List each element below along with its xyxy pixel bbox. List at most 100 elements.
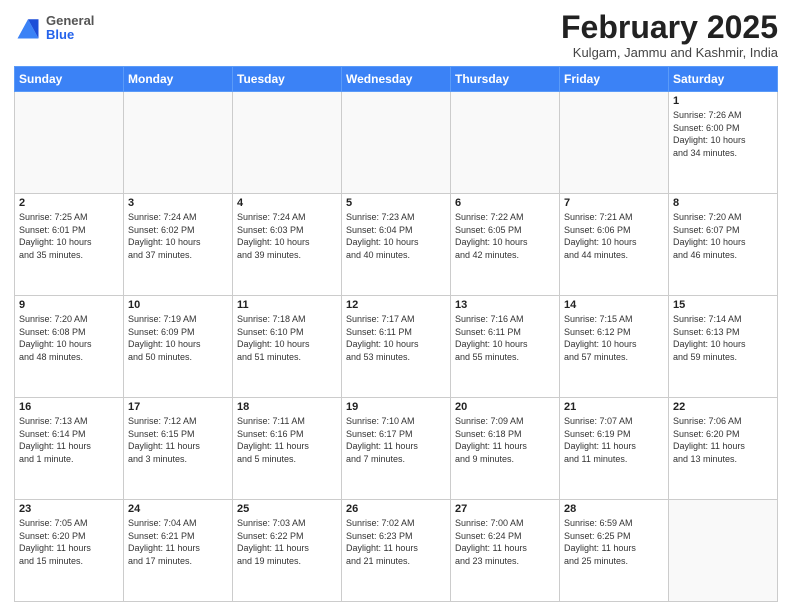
calendar-cell: 28 Sunrise: 6:59 AM Sunset: 6:25 PM Dayli… [560,500,669,602]
day-number: 4 [237,197,337,209]
calendar-cell: 19 Sunrise: 7:10 AM Sunset: 6:17 PM Dayli… [342,398,451,500]
day-info: Sunrise: 7:07 AM Sunset: 6:19 PM Dayligh… [564,415,664,465]
calendar-cell: 21 Sunrise: 7:07 AM Sunset: 6:19 PM Dayli… [560,398,669,500]
day-info: Sunrise: 7:06 AM Sunset: 6:20 PM Dayligh… [673,415,773,465]
calendar-table: SundayMondayTuesdayWednesdayThursdayFrid… [14,66,778,602]
day-info: Sunrise: 7:04 AM Sunset: 6:21 PM Dayligh… [128,517,228,567]
calendar-body: 1Sunrise: 7:26 AM Sunset: 6:00 PM Daylig… [15,92,778,602]
calendar-cell [342,92,451,194]
day-info: Sunrise: 7:02 AM Sunset: 6:23 PM Dayligh… [346,517,446,567]
day-number: 21 [564,401,664,413]
day-info: Sunrise: 7:21 AM Sunset: 6:06 PM Dayligh… [564,211,664,261]
day-number: 28 [564,503,664,515]
day-number: 17 [128,401,228,413]
day-info: Sunrise: 7:13 AM Sunset: 6:14 PM Dayligh… [19,415,119,465]
week-row: 1Sunrise: 7:26 AM Sunset: 6:00 PM Daylig… [15,92,778,194]
calendar-cell: 10 Sunrise: 7:19 AM Sunset: 6:09 PM Dayli… [124,296,233,398]
calendar-cell: 17Sunrise: 7:12 AM Sunset: 6:15 PM Dayli… [124,398,233,500]
day-number: 7 [564,197,664,209]
location: Kulgam, Jammu and Kashmir, India [561,45,778,60]
day-info: Sunrise: 7:16 AM Sunset: 6:11 PM Dayligh… [455,313,555,363]
weekday-header-saturday: Saturday [669,67,778,92]
day-info: Sunrise: 7:09 AM Sunset: 6:18 PM Dayligh… [455,415,555,465]
calendar-cell: 4 Sunrise: 7:24 AM Sunset: 6:03 PM Daylig… [233,194,342,296]
logo-general: General [46,14,94,28]
day-number: 26 [346,503,446,515]
calendar-cell: 22 Sunrise: 7:06 AM Sunset: 6:20 PM Dayli… [669,398,778,500]
day-info: Sunrise: 7:15 AM Sunset: 6:12 PM Dayligh… [564,313,664,363]
calendar-cell: 8 Sunrise: 7:20 AM Sunset: 6:07 PM Daylig… [669,194,778,296]
day-number: 8 [673,197,773,209]
day-info: Sunrise: 7:25 AM Sunset: 6:01 PM Dayligh… [19,211,119,261]
calendar-cell [124,92,233,194]
day-number: 22 [673,401,773,413]
day-info: Sunrise: 7:20 AM Sunset: 6:07 PM Dayligh… [673,211,773,261]
logo-icon [14,14,42,42]
calendar-cell: 16 Sunrise: 7:13 AM Sunset: 6:14 PM Dayli… [15,398,124,500]
header: General Blue February 2025 Kulgam, Jammu… [14,10,778,60]
day-number: 9 [19,299,119,311]
day-number: 1 [673,95,773,107]
day-info: Sunrise: 7:05 AM Sunset: 6:20 PM Dayligh… [19,517,119,567]
week-row: 9 Sunrise: 7:20 AM Sunset: 6:08 PM Daylig… [15,296,778,398]
day-info: Sunrise: 7:24 AM Sunset: 6:03 PM Dayligh… [237,211,337,261]
day-number: 19 [346,401,446,413]
day-number: 15 [673,299,773,311]
week-row: 2 Sunrise: 7:25 AM Sunset: 6:01 PM Daylig… [15,194,778,296]
week-row: 16 Sunrise: 7:13 AM Sunset: 6:14 PM Dayli… [15,398,778,500]
weekday-header-friday: Friday [560,67,669,92]
weekday-header-wednesday: Wednesday [342,67,451,92]
title-block: February 2025 Kulgam, Jammu and Kashmir,… [561,10,778,60]
day-number: 3 [128,197,228,209]
calendar-cell [560,92,669,194]
day-number: 23 [19,503,119,515]
calendar-cell: 3 Sunrise: 7:24 AM Sunset: 6:02 PM Daylig… [124,194,233,296]
day-number: 5 [346,197,446,209]
day-info: Sunrise: 7:24 AM Sunset: 6:02 PM Dayligh… [128,211,228,261]
day-number: 18 [237,401,337,413]
calendar-cell: 23 Sunrise: 7:05 AM Sunset: 6:20 PM Dayli… [15,500,124,602]
day-number: 27 [455,503,555,515]
calendar-cell: 6Sunrise: 7:22 AM Sunset: 6:05 PM Daylig… [451,194,560,296]
day-number: 14 [564,299,664,311]
calendar-cell: 11 Sunrise: 7:18 AM Sunset: 6:10 PM Dayli… [233,296,342,398]
day-number: 11 [237,299,337,311]
day-info: Sunrise: 7:00 AM Sunset: 6:24 PM Dayligh… [455,517,555,567]
weekday-row: SundayMondayTuesdayWednesdayThursdayFrid… [15,67,778,92]
day-number: 10 [128,299,228,311]
calendar-cell: 13 Sunrise: 7:16 AM Sunset: 6:11 PM Dayli… [451,296,560,398]
day-info: Sunrise: 7:20 AM Sunset: 6:08 PM Dayligh… [19,313,119,363]
calendar-cell [669,500,778,602]
logo: General Blue [14,14,94,43]
day-info: Sunrise: 7:19 AM Sunset: 6:09 PM Dayligh… [128,313,228,363]
page: General Blue February 2025 Kulgam, Jammu… [0,0,792,612]
calendar-cell: 14 Sunrise: 7:15 AM Sunset: 6:12 PM Dayli… [560,296,669,398]
calendar-cell: 7 Sunrise: 7:21 AM Sunset: 6:06 PM Daylig… [560,194,669,296]
day-info: Sunrise: 7:10 AM Sunset: 6:17 PM Dayligh… [346,415,446,465]
day-number: 25 [237,503,337,515]
calendar-cell: 20Sunrise: 7:09 AM Sunset: 6:18 PM Dayli… [451,398,560,500]
day-number: 2 [19,197,119,209]
weekday-header-tuesday: Tuesday [233,67,342,92]
logo-text: General Blue [46,14,94,43]
day-info: Sunrise: 6:59 AM Sunset: 6:25 PM Dayligh… [564,517,664,567]
day-number: 13 [455,299,555,311]
month-title: February 2025 [561,10,778,45]
calendar-cell [233,92,342,194]
calendar-cell: 27 Sunrise: 7:00 AM Sunset: 6:24 PM Dayli… [451,500,560,602]
weekday-header-thursday: Thursday [451,67,560,92]
day-info: Sunrise: 7:03 AM Sunset: 6:22 PM Dayligh… [237,517,337,567]
calendar-cell: 2 Sunrise: 7:25 AM Sunset: 6:01 PM Daylig… [15,194,124,296]
day-number: 16 [19,401,119,413]
day-info: Sunrise: 7:11 AM Sunset: 6:16 PM Dayligh… [237,415,337,465]
calendar-cell [451,92,560,194]
weekday-header-sunday: Sunday [15,67,124,92]
day-number: 6 [455,197,555,209]
day-info: Sunrise: 7:23 AM Sunset: 6:04 PM Dayligh… [346,211,446,261]
day-info: Sunrise: 7:18 AM Sunset: 6:10 PM Dayligh… [237,313,337,363]
calendar-cell: 25 Sunrise: 7:03 AM Sunset: 6:22 PM Dayli… [233,500,342,602]
calendar-cell [15,92,124,194]
day-number: 12 [346,299,446,311]
calendar-cell: 18 Sunrise: 7:11 AM Sunset: 6:16 PM Dayli… [233,398,342,500]
week-row: 23 Sunrise: 7:05 AM Sunset: 6:20 PM Dayli… [15,500,778,602]
